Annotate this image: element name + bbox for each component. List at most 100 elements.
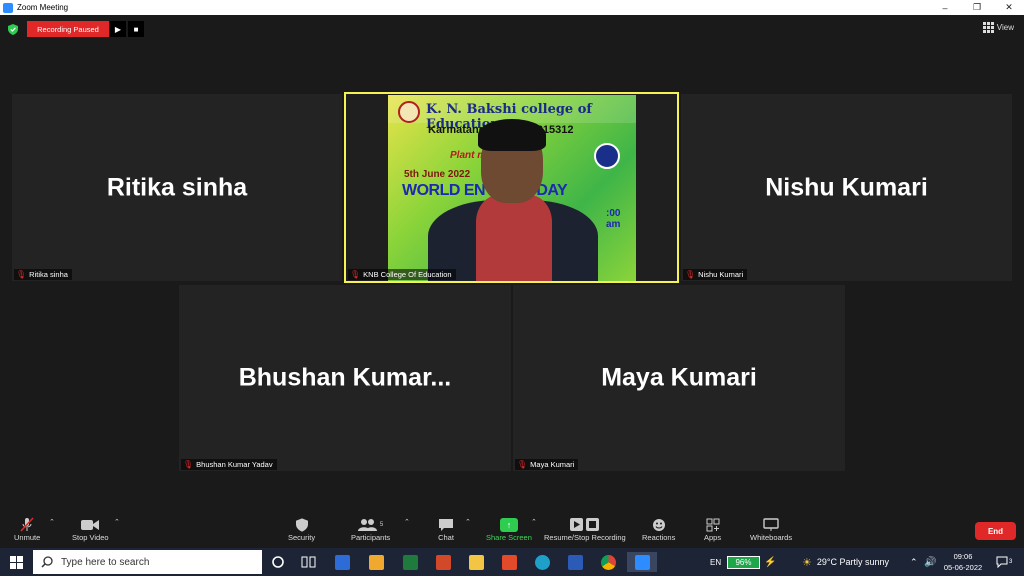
participant-big-name: Nishu Kumari <box>765 173 928 201</box>
weather-widget[interactable]: ☀ 29°C Partly sunny <box>802 548 889 576</box>
reactions-button[interactable]: Reactions <box>642 516 675 542</box>
person-scarf <box>476 195 552 281</box>
participants-icon: 5 <box>357 516 384 533</box>
stop-video-label: Stop Video <box>72 533 109 542</box>
security-shield-icon[interactable] <box>8 24 18 35</box>
participant-nameplate: 🎙 Maya Kumari <box>515 459 579 470</box>
video-options-caret-icon[interactable]: ⌃ <box>114 518 120 526</box>
minimize-button[interactable]: – <box>930 0 960 15</box>
recording-controls-icon <box>569 516 600 533</box>
muted-mic-icon: 🎙 <box>16 270 27 279</box>
view-button[interactable]: View <box>982 22 1014 33</box>
window-title-bar: Zoom Meeting – ❐ ✕ <box>0 0 1024 15</box>
meeting-area: Recording Paused ▶ ■ View Ritika sinha 🎙… <box>0 15 1024 512</box>
share-screen-icon: ↑ <box>499 516 518 533</box>
view-label: View <box>996 23 1014 32</box>
store-app-icon[interactable] <box>366 552 386 572</box>
windows-taskbar: Type here to search EN 96% ⚡ ☀ 29°C Part… <box>0 548 1024 576</box>
stop-video-button[interactable]: Stop Video <box>72 516 109 542</box>
search-placeholder: Type here to search <box>61 556 150 568</box>
nameplate-label: Ritika sinha <box>29 270 68 279</box>
powerpoint-app-icon[interactable] <box>433 552 453 572</box>
system-clock[interactable]: 09:06 05-06-2022 <box>940 551 986 573</box>
participants-button[interactable]: 5 Participants <box>351 516 390 542</box>
volume-icon[interactable]: 🔊 <box>924 548 936 576</box>
apps-button[interactable]: Apps <box>704 516 721 542</box>
participants-caret-icon[interactable]: ⌃ <box>404 518 410 526</box>
share-caret-icon[interactable]: ⌃ <box>531 518 537 526</box>
search-icon <box>41 556 53 568</box>
language-indicator[interactable]: EN <box>710 548 721 576</box>
notification-icon <box>996 556 1008 568</box>
audio-options-caret-icon[interactable]: ⌃ <box>49 518 55 526</box>
participant-tile-nishu[interactable]: Nishu Kumari 🎙 Nishu Kumari <box>681 94 1012 281</box>
windows-logo-icon <box>9 555 23 569</box>
share-screen-button[interactable]: ↑ Share Screen <box>486 516 532 542</box>
office-app-icon[interactable] <box>499 552 519 572</box>
participant-big-name: Bhushan Kumar... <box>238 363 452 392</box>
stop-recording-button[interactable]: ■ <box>128 21 144 37</box>
zoom-app-icon <box>3 2 13 13</box>
end-meeting-button[interactable]: End <box>975 522 1016 540</box>
unmute-label: Unmute <box>14 533 41 542</box>
restore-button[interactable]: ❐ <box>962 0 992 15</box>
excel-app-icon[interactable] <box>400 552 420 572</box>
event-logo <box>594 143 620 169</box>
participant-tile-knb-college[interactable]: K. N. Bakshi college of Education Karmat… <box>344 92 679 283</box>
task-view-icon[interactable] <box>299 552 319 572</box>
nameplate-label: Nishu Kumari <box>698 270 744 279</box>
edge-browser-icon[interactable] <box>532 552 552 572</box>
participant-tile-bhushan[interactable]: Bhushan Kumar... 🎙 Bhushan Kumar Yadav <box>179 285 511 471</box>
chat-label: Chat <box>438 533 454 542</box>
clock-date: 05-06-2022 <box>943 563 983 572</box>
participant-tile-ritika[interactable]: Ritika sinha 🎙 Ritika sinha <box>12 94 342 281</box>
participant-nameplate: 🎙 Nishu Kumari <box>683 269 748 280</box>
muted-microphone-icon <box>20 516 34 533</box>
apps-label: Apps <box>704 533 722 542</box>
apps-icon <box>706 516 720 533</box>
whiteboards-label: Whiteboards <box>750 533 793 542</box>
notification-count: 3 <box>1009 559 1013 565</box>
close-button[interactable]: ✕ <box>994 0 1024 15</box>
banner-date: 5th June 2022 <box>404 169 471 180</box>
person-hair <box>478 119 546 151</box>
window-title: Zoom Meeting <box>17 3 69 12</box>
meeting-toolbar: Unmute ⌃ Stop Video ⌃ Security 5 Partici… <box>0 512 1024 548</box>
participant-nameplate: 🎙 Bhushan Kumar Yadav <box>181 459 277 470</box>
security-label: Security <box>288 533 316 542</box>
grid-view-icon <box>982 22 994 33</box>
notification-center-icon[interactable]: 3 <box>996 548 1012 576</box>
whiteboard-icon <box>763 516 779 533</box>
zoom-taskbar-icon[interactable] <box>627 552 657 572</box>
participants-count: 5 <box>379 521 384 528</box>
chrome-browser-icon[interactable] <box>598 552 618 572</box>
resume-recording-button[interactable]: ▶ <box>110 21 126 37</box>
recording-button[interactable]: Resume/Stop Recording <box>544 516 626 542</box>
start-button[interactable] <box>0 548 32 576</box>
file-explorer-icon[interactable] <box>466 552 486 572</box>
partly-sunny-icon: ☀ <box>802 556 812 569</box>
show-hidden-icons-icon[interactable]: ⌃ <box>910 548 918 576</box>
chat-button[interactable]: Chat <box>438 516 454 542</box>
shield-icon <box>295 516 308 533</box>
participant-tile-maya[interactable]: Maya Kumari 🎙 Maya Kumari <box>513 285 845 471</box>
chat-bubble-icon <box>438 516 454 533</box>
cortana-icon[interactable] <box>268 552 288 572</box>
muted-mic-icon: 🎙 <box>685 270 696 279</box>
taskbar-search-box[interactable]: Type here to search <box>33 550 262 574</box>
muted-mic-icon: 🎙 <box>183 460 194 469</box>
whiteboards-button[interactable]: Whiteboards <box>750 516 792 542</box>
photos-app-icon[interactable] <box>332 552 352 572</box>
security-button[interactable]: Security <box>288 516 315 542</box>
battery-indicator[interactable]: 96% <box>727 556 760 569</box>
word-app-icon[interactable] <box>565 552 585 572</box>
clock-time: 09:06 <box>953 552 973 561</box>
recording-label: Resume/Stop Recording <box>544 533 626 542</box>
participant-video: K. N. Bakshi college of Education Karmat… <box>388 95 636 281</box>
unmute-button[interactable]: Unmute <box>14 516 40 542</box>
banner-time: :00 am <box>606 208 621 230</box>
participants-label: Participants <box>351 533 391 542</box>
nameplate-label: Maya Kumari <box>530 460 575 469</box>
participant-nameplate: 🎙 Ritika sinha <box>14 269 72 280</box>
chat-caret-icon[interactable]: ⌃ <box>465 518 471 526</box>
